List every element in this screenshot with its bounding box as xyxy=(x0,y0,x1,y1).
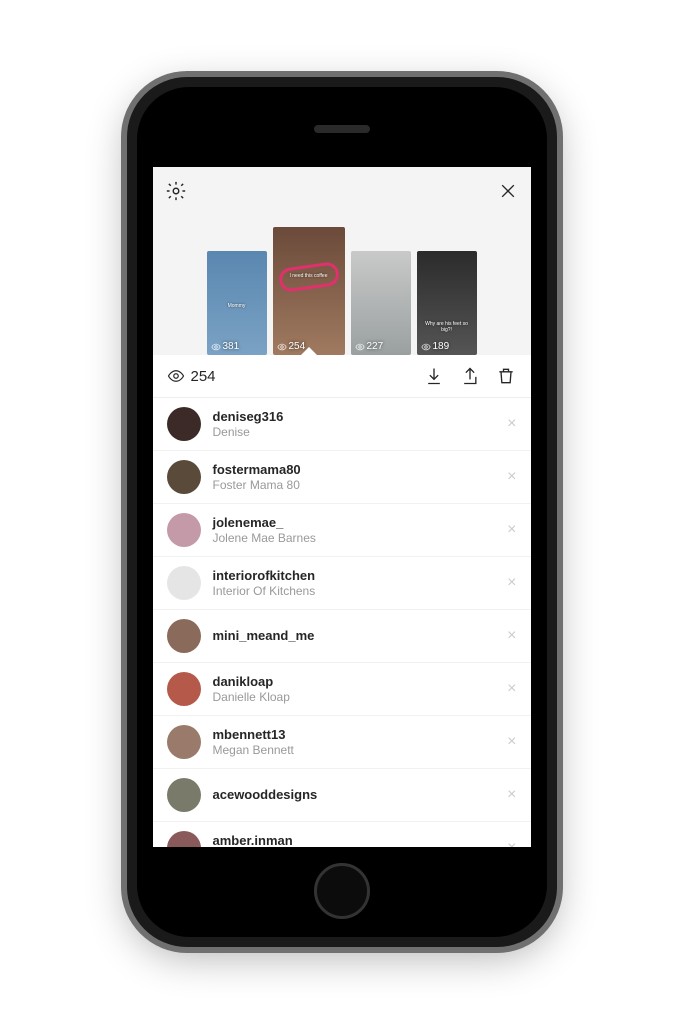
viewer-text: mini_meand_me xyxy=(213,628,496,644)
hide-viewer-button[interactable]: × xyxy=(507,468,516,486)
avatar[interactable] xyxy=(167,725,201,759)
hide-viewer-button[interactable]: × xyxy=(507,627,516,645)
share-button[interactable] xyxy=(459,365,481,387)
viewer-username: deniseg316 xyxy=(213,409,496,425)
phone-frame: Mommy 381 I need this coffee 254 xyxy=(127,77,557,947)
viewer-displayname: Danielle Kloap xyxy=(213,690,496,704)
viewer-username: danikloap xyxy=(213,674,496,690)
story-caption: Why are his feet so big?! xyxy=(421,321,473,333)
viewer-row[interactable]: danikloapDanielle Kloap × xyxy=(153,663,531,716)
viewer-username: amber.inman xyxy=(213,833,496,847)
view-number: 189 xyxy=(433,341,450,352)
viewer-row[interactable]: deniseg316Denise × xyxy=(153,398,531,451)
eye-icon xyxy=(355,342,365,352)
hide-viewer-button[interactable]: × xyxy=(507,574,516,592)
hide-viewer-button[interactable]: × xyxy=(507,521,516,539)
viewer-row[interactable]: acewooddesigns × xyxy=(153,769,531,822)
viewer-text: danikloapDanielle Kloap xyxy=(213,674,496,704)
action-bar: 254 xyxy=(153,355,531,398)
avatar[interactable] xyxy=(167,778,201,812)
viewer-row[interactable]: jolenemae_Jolene Mae Barnes × xyxy=(153,504,531,557)
total-views-number: 254 xyxy=(191,368,216,385)
viewer-username: fostermama80 xyxy=(213,462,496,478)
viewer-text: interiorofkitchenInterior Of Kitchens xyxy=(213,568,496,598)
viewer-displayname: Denise xyxy=(213,425,496,439)
viewer-username: mbennett13 xyxy=(213,727,496,743)
story-caption: I need this coffee xyxy=(277,273,341,279)
viewer-displayname: Jolene Mae Barnes xyxy=(213,531,496,545)
gear-icon xyxy=(165,180,187,202)
phone-speaker xyxy=(314,125,370,133)
viewer-username: jolenemae_ xyxy=(213,515,496,531)
view-number: 381 xyxy=(223,341,240,352)
viewer-username: interiorofkitchen xyxy=(213,568,496,584)
avatar[interactable] xyxy=(167,407,201,441)
story-caption: Mommy xyxy=(211,303,263,309)
phone-bezel: Mommy 381 I need this coffee 254 xyxy=(137,87,547,937)
story-view-count: 189 xyxy=(421,341,450,352)
viewer-text: fostermama80Foster Mama 80 xyxy=(213,462,496,492)
viewer-displayname: Interior Of Kitchens xyxy=(213,584,496,598)
story-view-count: 381 xyxy=(211,341,240,352)
avatar[interactable] xyxy=(167,831,201,847)
viewer-row[interactable]: interiorofkitchenInterior Of Kitchens × xyxy=(153,557,531,610)
view-number: 227 xyxy=(367,341,384,352)
avatar[interactable] xyxy=(167,566,201,600)
viewer-text: jolenemae_Jolene Mae Barnes xyxy=(213,515,496,545)
download-button[interactable] xyxy=(423,365,445,387)
story-view-count: 227 xyxy=(355,341,384,352)
tray-top-bar xyxy=(165,177,519,205)
avatar[interactable] xyxy=(167,460,201,494)
story-thumbnail[interactable]: Why are his feet so big?! 189 xyxy=(417,251,477,355)
viewer-row[interactable]: fostermama80Foster Mama 80 × xyxy=(153,451,531,504)
viewer-row[interactable]: mbennett13Megan Bennett × xyxy=(153,716,531,769)
delete-button[interactable] xyxy=(495,365,517,387)
eye-icon xyxy=(167,367,185,385)
hide-viewer-button[interactable]: × xyxy=(507,786,516,804)
home-button[interactable] xyxy=(314,863,370,919)
viewer-text: acewooddesigns xyxy=(213,787,496,803)
close-icon xyxy=(498,181,518,201)
viewer-displayname: Foster Mama 80 xyxy=(213,478,496,492)
viewer-username: mini_meand_me xyxy=(213,628,496,644)
avatar[interactable] xyxy=(167,513,201,547)
trash-icon xyxy=(496,366,516,386)
viewer-text: deniseg316Denise xyxy=(213,409,496,439)
share-icon xyxy=(460,366,480,386)
viewer-row[interactable]: mini_meand_me × xyxy=(153,610,531,663)
viewer-username: acewooddesigns xyxy=(213,787,496,803)
story-thumbnails: Mommy 381 I need this coffee 254 xyxy=(165,205,519,355)
hide-viewer-button[interactable]: × xyxy=(507,733,516,751)
avatar[interactable] xyxy=(167,619,201,653)
story-tray: Mommy 381 I need this coffee 254 xyxy=(153,167,531,355)
eye-icon xyxy=(277,342,287,352)
story-thumbnail[interactable]: Mommy 381 xyxy=(207,251,267,355)
viewer-row[interactable]: amber.inman📷 Amber Inman 🎀 × xyxy=(153,822,531,847)
total-views: 254 xyxy=(167,367,409,385)
settings-button[interactable] xyxy=(165,180,187,202)
download-icon xyxy=(424,366,444,386)
viewer-text: mbennett13Megan Bennett xyxy=(213,727,496,757)
hide-viewer-button[interactable]: × xyxy=(507,839,516,847)
selected-pointer xyxy=(300,347,318,356)
viewer-text: amber.inman📷 Amber Inman 🎀 xyxy=(213,833,496,847)
eye-icon xyxy=(421,342,431,352)
hide-viewer-button[interactable]: × xyxy=(507,680,516,698)
viewer-displayname: Megan Bennett xyxy=(213,743,496,757)
story-thumbnail-selected[interactable]: I need this coffee 254 xyxy=(273,227,345,355)
avatar[interactable] xyxy=(167,672,201,706)
eye-icon xyxy=(211,342,221,352)
app-screen: Mommy 381 I need this coffee 254 xyxy=(153,167,531,847)
story-thumbnail[interactable]: 227 xyxy=(351,251,411,355)
close-button[interactable] xyxy=(497,180,519,202)
hide-viewer-button[interactable]: × xyxy=(507,415,516,433)
viewers-list[interactable]: deniseg316Denise×fostermama80Foster Mama… xyxy=(153,398,531,847)
